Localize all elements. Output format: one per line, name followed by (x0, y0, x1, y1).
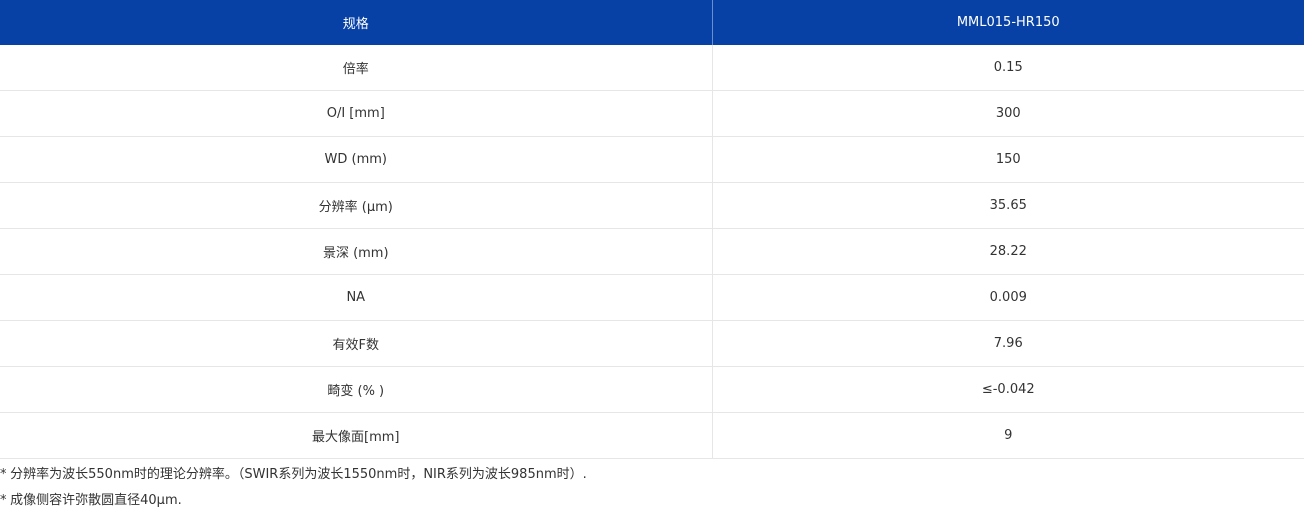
table-row: WD (mm) 150 (0, 136, 1304, 183)
row-value: 0.15 (712, 45, 1304, 91)
header-model: MML015-HR150 (712, 0, 1304, 45)
footnote: * 成像侧容许弥散圆直径40µm. (0, 488, 1304, 514)
row-label: 倍率 (0, 45, 713, 91)
row-value: 0.009 (712, 274, 1304, 321)
row-label: 有效F数 (0, 320, 713, 367)
row-value: 7.96 (712, 320, 1304, 367)
row-value: 9 (712, 412, 1304, 459)
footnote-text: 成像侧容许弥散圆直径40µm. (10, 493, 182, 508)
footnote: * 分辨率为波长550nm时的理论分辨率。（SWIR系列为波长1550nm时，N… (0, 462, 1304, 488)
table-row: 景深 (mm) 28.22 (0, 228, 1304, 275)
table-header-row: 规格 MML015-HR150 (0, 0, 1304, 45)
table-row: 倍率 0.15 (0, 45, 1304, 91)
footnote-marker: * (0, 493, 6, 508)
header-spec: 规格 (0, 0, 713, 45)
row-value: 150 (712, 136, 1304, 183)
row-label: 景深 (mm) (0, 228, 713, 275)
table-row: 有效F数 7.96 (0, 320, 1304, 367)
footnotes: * 分辨率为波长550nm时的理论分辨率。（SWIR系列为波长1550nm时，N… (0, 462, 1304, 514)
row-value: 35.65 (712, 182, 1304, 229)
row-label: WD (mm) (0, 136, 713, 183)
row-value: ≤-0.042 (712, 366, 1304, 413)
row-label: 最大像面[mm] (0, 412, 713, 459)
row-value: 28.22 (712, 228, 1304, 275)
table-row: NA 0.009 (0, 274, 1304, 321)
row-value: 300 (712, 90, 1304, 137)
table-row: 最大像面[mm] 9 (0, 412, 1304, 459)
row-label: O/I [mm] (0, 90, 713, 137)
footnote-marker: * (0, 467, 6, 482)
table-row: 分辨率 (µm) 35.65 (0, 182, 1304, 229)
row-label: 分辨率 (µm) (0, 182, 713, 229)
table-row: 畸变 (% ) ≤-0.042 (0, 366, 1304, 413)
row-label: 畸变 (% ) (0, 366, 713, 413)
table-row: O/I [mm] 300 (0, 90, 1304, 137)
spec-table: 规格 MML015-HR150 倍率 0.15 O/I [mm] 300 WD … (0, 0, 1304, 459)
footnote-text: 分辨率为波长550nm时的理论分辨率。（SWIR系列为波长1550nm时，NIR… (10, 467, 587, 482)
row-label: NA (0, 274, 713, 321)
